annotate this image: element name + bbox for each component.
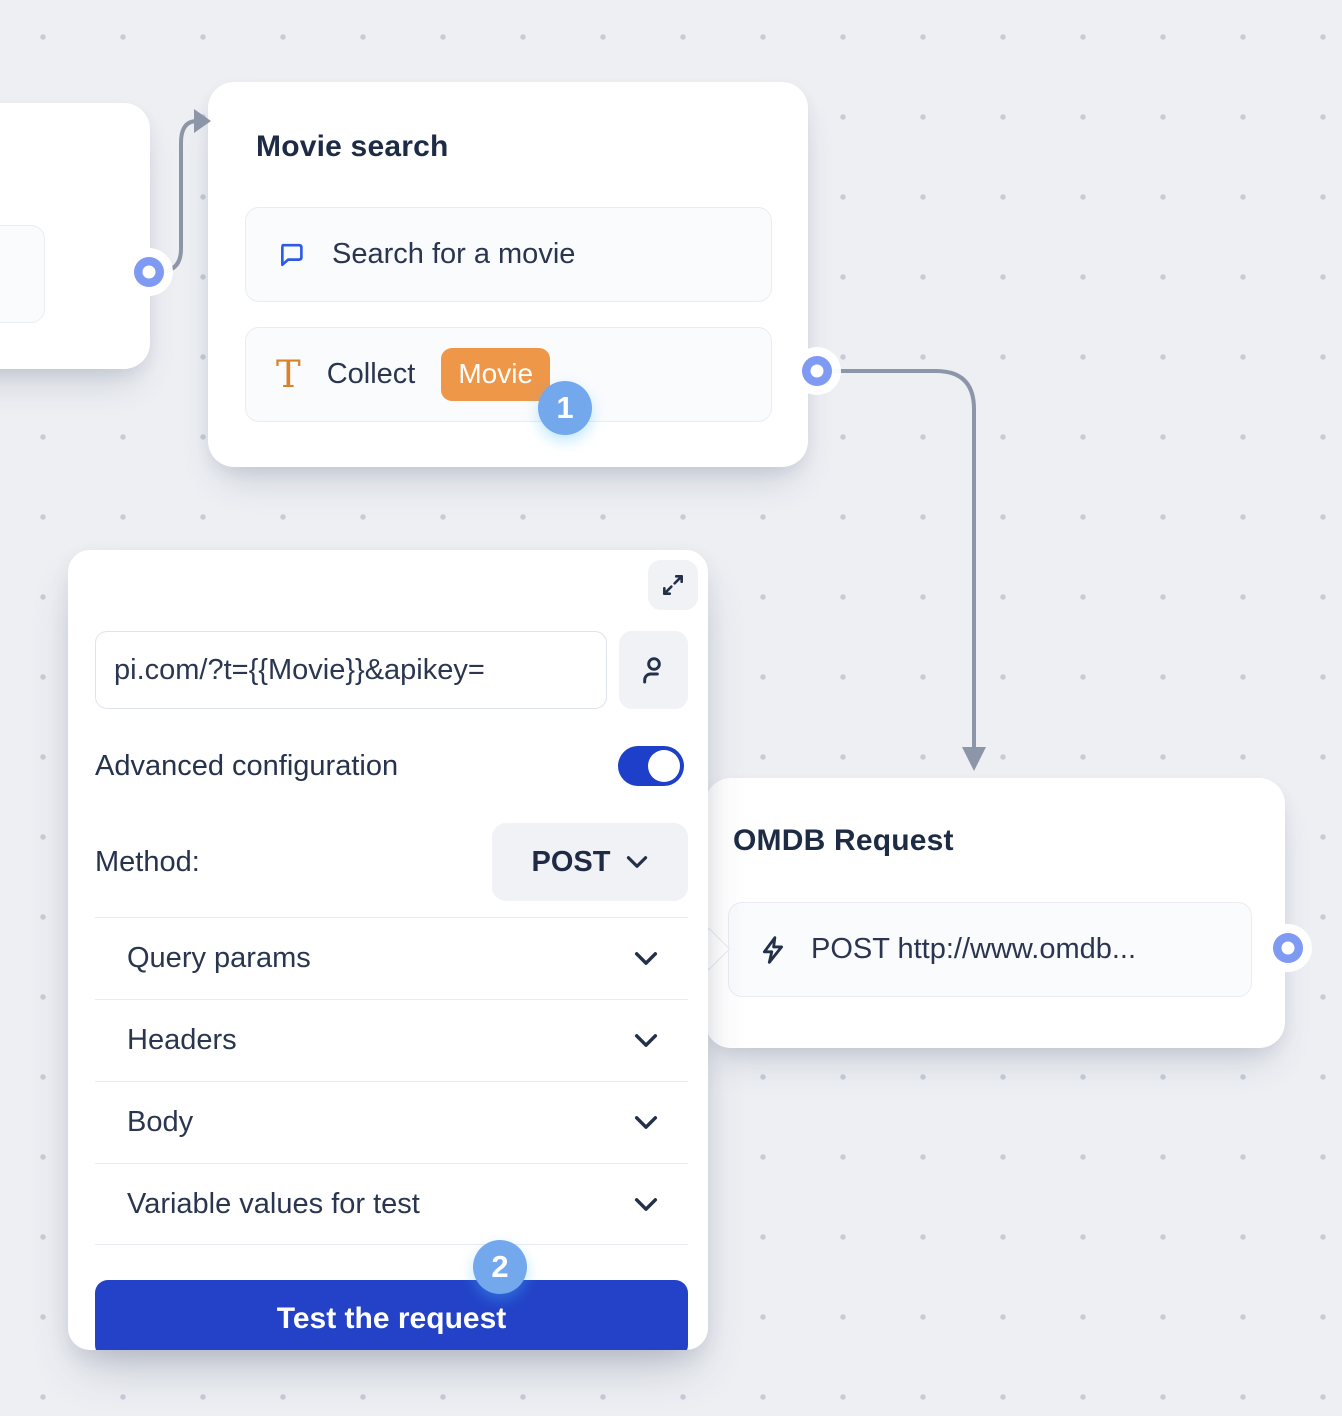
step-badge-2: 2 <box>473 1240 527 1294</box>
advanced-configuration-toggle[interactable] <box>618 746 684 786</box>
block-label: POST http://www.omdb... <box>811 933 1136 966</box>
chevron-down-icon <box>634 951 658 966</box>
expand-button[interactable] <box>648 560 698 610</box>
section-body[interactable]: Body <box>95 1081 688 1163</box>
chevron-down-icon <box>634 1197 658 1212</box>
node-omdb-request[interactable]: OMDB Request POST http://www.omdb... <box>705 778 1285 1048</box>
node-partial[interactable] <box>0 103 150 369</box>
block-question[interactable]: Search for a movie <box>245 207 772 302</box>
section-label: Body <box>127 1106 193 1139</box>
node-partial-row[interactable] <box>0 225 45 323</box>
block-label: Search for a movie <box>332 238 575 271</box>
section-label: Variable values for test <box>127 1188 420 1221</box>
section-headers[interactable]: Headers <box>95 999 688 1081</box>
chevron-down-icon <box>634 1033 658 1048</box>
text-input-icon: T <box>276 356 301 393</box>
chat-bubble-icon <box>276 240 306 270</box>
url-input[interactable] <box>95 631 607 709</box>
method-dropdown[interactable]: POST <box>492 823 688 901</box>
section-variable-values[interactable]: Variable values for test <box>95 1163 688 1245</box>
section-query-params[interactable]: Query params <box>95 917 688 999</box>
variable-chip-movie[interactable]: Movie <box>441 348 550 401</box>
node-title: OMDB Request <box>733 824 954 858</box>
test-request-button[interactable]: Test the request <box>95 1280 688 1350</box>
webhook-config-panel[interactable]: Advanced configuration Method: POST Quer… <box>68 550 708 1350</box>
person-icon <box>638 654 670 686</box>
insert-variable-button[interactable] <box>619 631 688 709</box>
expand-icon <box>660 572 686 598</box>
block-webhook[interactable]: POST http://www.omdb... <box>728 902 1252 997</box>
block-label: Collect <box>327 358 416 391</box>
method-value: POST <box>532 846 611 879</box>
node-movie-search[interactable]: Movie search Search for a movie T Collec… <box>208 82 808 467</box>
method-label: Method: <box>95 846 200 879</box>
block-collect[interactable]: T Collect Movie <box>245 327 772 422</box>
section-label: Headers <box>127 1024 237 1057</box>
toggle-knob <box>648 750 680 782</box>
config-sections: Query params Headers Body Variable value… <box>95 917 688 1245</box>
lightning-icon <box>757 934 789 966</box>
chevron-down-icon <box>634 1115 658 1130</box>
step-badge-1: 1 <box>538 381 592 435</box>
chevron-down-icon <box>626 855 648 869</box>
node-title: Movie search <box>256 130 449 164</box>
advanced-configuration-label: Advanced configuration <box>95 750 398 783</box>
section-label: Query params <box>127 942 311 975</box>
